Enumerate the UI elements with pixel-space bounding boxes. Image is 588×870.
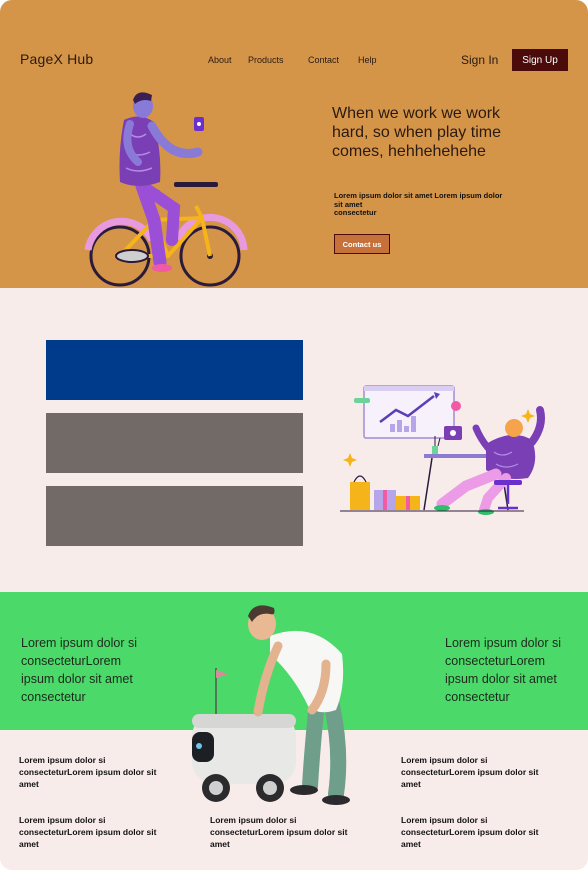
green-left-text: Lorem ipsum dolor si consecteturLorem ip… <box>21 636 138 704</box>
delivery-robot-illustration <box>192 605 350 805</box>
cyclist-illustration <box>84 92 248 287</box>
site-logo[interactable]: PageX Hub <box>20 51 93 67</box>
nav-link-products[interactable]: Products <box>248 55 284 65</box>
contact-us-button[interactable]: Contact us <box>334 234 390 254</box>
nav-link-help[interactable]: Help <box>358 55 377 65</box>
info-cell: Lorem ipsum dolor si consecteturLorem ip… <box>401 815 539 849</box>
info-cell: Lorem ipsum dolor si consecteturLorem ip… <box>401 755 539 789</box>
sign-in-link[interactable]: Sign In <box>461 53 498 67</box>
gray-banner-block <box>46 413 303 473</box>
nav-link-about[interactable]: About <box>208 55 232 65</box>
hero-title: When we work we work hard, so when play … <box>332 105 501 160</box>
hero-subtitle: Lorem ipsum dolor sit amet Lorem ipsum d… <box>334 191 503 217</box>
blue-banner-block <box>46 340 303 400</box>
hero-section: PageX Hub About Products Contact Help Si… <box>0 0 588 288</box>
analytics-worker-illustration <box>340 385 545 515</box>
info-cell: Lorem ipsum dolor si consecteturLorem ip… <box>19 755 157 789</box>
feature-section <box>0 288 588 592</box>
gray-banner-block <box>46 486 303 546</box>
info-cell: Lorem ipsum dolor si consecteturLorem ip… <box>19 815 157 849</box>
info-cell: Lorem ipsum dolor si consecteturLorem ip… <box>210 815 348 849</box>
nav-link-contact[interactable]: Contact <box>308 55 339 65</box>
green-right-text: Lorem ipsum dolor si consecteturLorem ip… <box>445 636 562 704</box>
sign-up-button[interactable]: Sign Up <box>512 49 568 71</box>
landing-page: PageX Hub About Products Contact Help Si… <box>0 0 588 870</box>
